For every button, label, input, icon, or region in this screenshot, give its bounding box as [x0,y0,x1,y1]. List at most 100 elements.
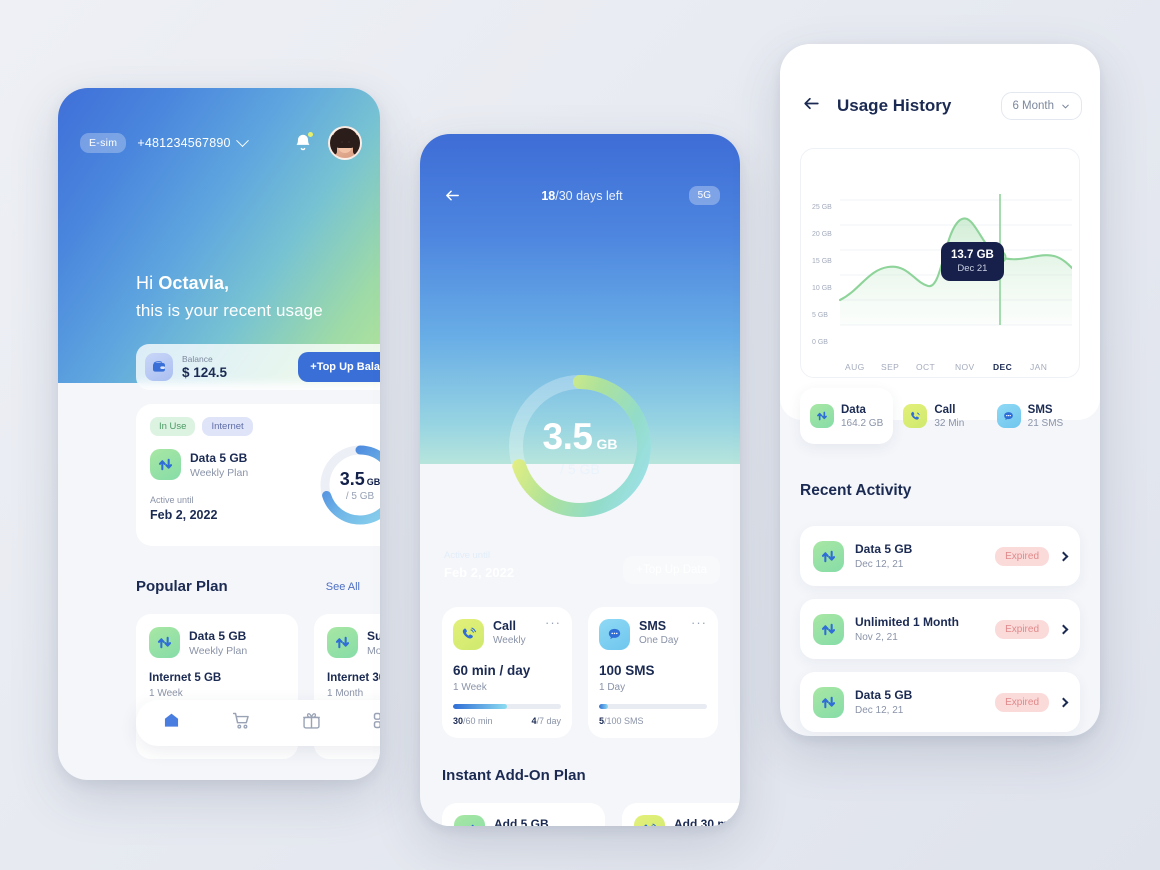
cart-icon [232,712,249,729]
plan-active-date: Feb 2, 2022 [444,565,515,580]
progress-foot: 30/60 min 4/7 day [453,716,561,726]
history-topbar: Usage History 6 Month [802,92,1082,120]
back-button[interactable] [802,94,821,118]
chevron-down-icon[interactable] [235,133,249,147]
y-tick-label: 5 GB [812,312,828,319]
chevron-right-icon[interactable] [1058,551,1069,561]
tooltip-date: Dec 21 [957,263,988,274]
notification-dot [308,132,313,137]
page-title: Usage History [837,96,952,115]
progress-left: 5/100 SMS [599,716,644,726]
plan-card-sub: Weekly Plan [189,644,248,657]
popular-plan-title: Popular Plan [136,578,228,595]
usage-donut-chart: 3.5 GB / 5 GB [317,442,380,528]
data-transfer-icon [150,449,181,480]
addon-card[interactable]: Add 30 min Instant Add-On $ 3.00 [622,803,740,826]
chart-tooltip: 13.7 GB Dec 21 [941,242,1004,281]
tab-call[interactable]: Call 32 Min [893,388,986,444]
balance-value: $ 124.5 [182,365,228,380]
tab-data[interactable]: Data 164.2 GB [800,388,894,444]
addon-card[interactable]: Add 5 GB Instant Add-On $ 5.00 [442,803,605,826]
notification-bell-button[interactable] [292,132,314,154]
plan-card-detail: Internet 5 GB [149,672,222,684]
nav-home-button[interactable] [161,710,182,736]
list-item[interactable]: Unlimited 1 Month Nov 2, 21 Expired [800,599,1080,659]
phone-screen-plan-detail: 18/30 days left 5G 3.5 GB / 5 GB Active … [420,134,740,826]
balance-label: Balance [182,354,213,364]
list-item[interactable]: Data 5 GB Dec 12, 21 Expired [800,672,1080,732]
greeting-line-2: this is your recent usage [136,301,323,320]
progress-bar [453,704,561,709]
plan-card-name: Super 30 GB [367,628,380,643]
activity-name: Data 5 GB [855,688,913,702]
current-usage-card: In Use Internet Data 5 GB Weekly Plan Ac… [136,404,380,546]
progress-right: 4/7 day [531,716,561,726]
phone-screen-usage-history: Usage History 6 Month 25 GB 20 GB 15 GB … [780,44,1100,736]
usage-plan-sub: Weekly Plan [190,466,249,479]
plan-card-name: Data 5 GB [189,628,247,643]
plan-topbar: 18/30 days left 5G [444,186,720,205]
y-tick-label: 20 GB [812,231,832,238]
phone-number[interactable]: +481234567890 [137,136,230,150]
sms-usage-card[interactable]: SMS One Day ··· 100 SMS 1 Day 5/100 SMS [588,607,718,738]
avatar[interactable] [328,126,362,160]
addon-name: Add 30 min [674,816,739,827]
donut-total: / 5 GB [345,490,375,502]
tab-sms[interactable]: SMS 21 SMS [987,388,1080,444]
range-select-value: 6 Month [1012,100,1054,112]
mini-card-amount: 100 SMS [599,663,655,678]
x-tick-label: SEP [881,362,900,372]
top-up-balance-button[interactable]: +Top Up Balance [298,352,380,382]
plan-active-block: Active until Feb 2, 2022 [444,550,514,580]
progress-foot: 5/100 SMS [599,716,707,726]
progress-bar [599,704,707,709]
range-select[interactable]: 6 Month [1001,92,1082,120]
data-transfer-icon [813,686,844,718]
plan-donut-chart: 3.5 GB / 5 GB [500,366,660,526]
list-item[interactable]: Data 5 GB Dec 12, 21 Expired [800,526,1080,586]
tab-name: Data [841,403,866,416]
plan-donut-value: 3.5 [542,415,593,457]
gift-icon [303,713,320,729]
nav-grid-button[interactable] [371,710,380,736]
see-all-link[interactable]: See All [326,581,360,593]
chevron-down-icon [1062,104,1069,108]
tab-name: Call [934,403,956,416]
plan-donut-unit: GB [596,435,618,452]
wallet-icon [145,353,173,381]
network-badge-5g: 5G [688,186,720,205]
more-icon[interactable]: ··· [691,616,707,629]
chevron-right-icon[interactable] [1058,624,1069,634]
grid-icon [374,712,380,729]
data-transfer-icon [813,540,844,572]
usage-type-tabs: Data 164.2 GB Call 32 Min SMS 21 SMS [800,388,1080,444]
call-icon [903,404,928,428]
plan-card-sub: Monthly Plan [367,644,380,657]
tab-value: 21 SMS [1027,417,1064,429]
x-tick-label: OCT [916,362,936,372]
usage-chips: In Use Internet [150,417,380,436]
plan-card-duration: 1 Month [327,688,364,699]
mini-card-duration: 1 Day [599,682,626,693]
mini-card-amount: 60 min / day [453,663,531,678]
back-arrow-icon [804,97,819,110]
activity-date: Dec 12, 21 [855,705,904,716]
status-badge-in-use: In Use [150,417,196,436]
call-usage-card[interactable]: Call Weekly ··· 60 min / day 1 Week 30/6… [442,607,572,738]
activity-date: Dec 12, 21 [855,559,904,570]
balance-card: Balance $ 124.5 +Top Up Balance [136,344,380,390]
donut-value: 3.5 [339,468,365,489]
esim-chip[interactable]: E-sim [80,133,127,153]
chevron-right-icon[interactable] [1058,697,1069,707]
nav-gift-button[interactable] [301,710,322,736]
plan-active-label: Active until [444,550,490,561]
x-tick-label: NOV [955,362,975,372]
mini-card-sub: One Day [639,635,679,646]
call-icon [634,815,665,826]
tab-name: SMS [1027,403,1053,416]
more-icon[interactable]: ··· [545,616,561,629]
top-up-data-button[interactable]: +Top Up Data [623,556,720,584]
nav-cart-button[interactable] [231,710,252,736]
greeting-line-1: Hi Octavia, [136,273,230,293]
plan-card-detail: Internet 30 GB [327,672,380,684]
